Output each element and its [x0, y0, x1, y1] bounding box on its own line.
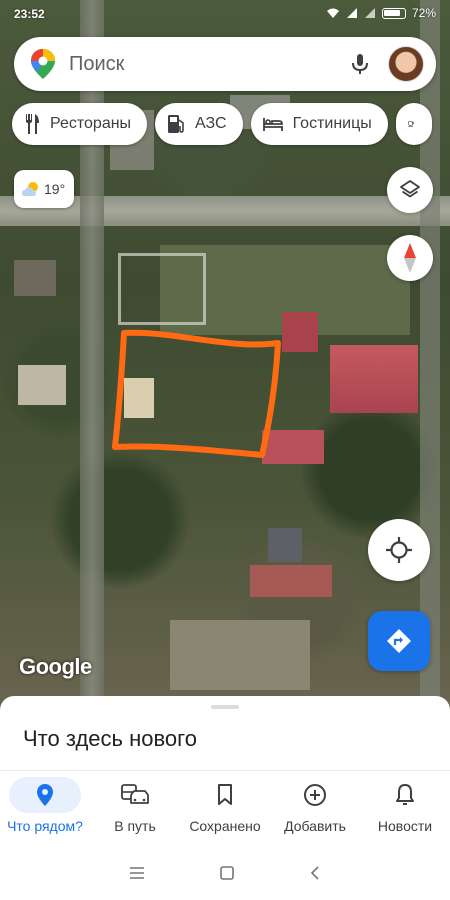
wifi-icon — [326, 8, 339, 18]
chip-label: Рестораны — [50, 115, 132, 132]
status-bar: 23:52 72% — [0, 0, 450, 28]
add-circle-icon — [304, 784, 326, 806]
hotel-icon — [262, 118, 283, 131]
compass-icon — [404, 243, 416, 273]
sheet-title: Что здесь нового — [23, 726, 197, 751]
back-chevron-icon[interactable] — [309, 865, 321, 881]
google-attribution: Google — [19, 654, 92, 679]
category-chips: Рестораны АЗС Гостиницы — [12, 103, 432, 145]
system-navigation — [0, 846, 450, 900]
nav-label: Что рядом? — [7, 818, 83, 834]
gas-station-icon — [168, 115, 184, 133]
bottom-sheet[interactable]: Что здесь нового — [0, 696, 450, 776]
compass-button[interactable] — [387, 235, 433, 281]
crosshair-icon — [386, 537, 412, 563]
nav-explore[interactable]: Что рядом? — [0, 771, 90, 846]
clock: 23:52 — [14, 7, 45, 21]
nav-saved[interactable]: Сохранено — [180, 771, 270, 846]
restaurant-icon — [26, 114, 39, 134]
layers-button[interactable] — [387, 167, 433, 213]
weather-badge[interactable]: 19° — [14, 170, 74, 208]
nav-label: Сохранено — [189, 818, 261, 834]
nav-label: В путь — [114, 818, 156, 834]
bell-icon — [396, 784, 414, 805]
partly-cloudy-icon — [22, 182, 38, 196]
chip-label: Гостиницы — [292, 115, 372, 132]
avatar[interactable] — [388, 46, 424, 82]
bottom-navigation: Что рядом? В путь Сохранено Добавить Нов… — [0, 770, 450, 846]
directions-button[interactable] — [368, 611, 430, 671]
temperature: 19° — [44, 181, 66, 197]
nav-updates[interactable]: Новости — [360, 771, 450, 846]
my-location-button[interactable] — [368, 519, 430, 581]
nav-contribute[interactable]: Добавить — [270, 771, 360, 846]
nav-icon-container — [9, 777, 81, 813]
nav-label: Добавить — [284, 818, 346, 834]
directions-icon — [387, 629, 411, 653]
microphone-icon[interactable] — [348, 52, 372, 76]
nav-icon-container — [189, 777, 261, 813]
nav-label: Новости — [377, 818, 433, 834]
battery-level: 72% — [411, 6, 436, 20]
chip-gas-stations[interactable]: АЗС — [155, 103, 243, 145]
drag-handle[interactable] — [211, 705, 239, 709]
signal-icon — [346, 8, 357, 18]
location-pin-icon — [37, 784, 53, 806]
layers-icon — [400, 180, 420, 198]
chip-restaurants[interactable]: Рестораны — [12, 103, 148, 145]
cafe-icon — [408, 121, 414, 127]
commute-icon — [121, 784, 149, 804]
nav-icon-container — [99, 777, 171, 813]
chip-label: АЗС — [195, 115, 227, 132]
nav-icon-container — [279, 777, 351, 813]
maps-pin-logo-icon — [31, 49, 55, 79]
chip-cafe[interactable] — [395, 103, 432, 145]
nav-commute[interactable]: В путь — [90, 771, 180, 846]
chip-hotels[interactable]: Гостиницы — [250, 103, 388, 145]
battery-icon — [381, 7, 406, 19]
search-input[interactable]: Поиск — [69, 53, 348, 76]
nav-icon-container — [369, 777, 441, 813]
menu-icon[interactable] — [129, 866, 145, 880]
status-icons: 72% — [326, 6, 436, 20]
search-bar[interactable]: Поиск — [14, 37, 436, 91]
home-square-icon[interactable] — [219, 865, 235, 881]
bookmark-icon — [218, 784, 232, 805]
signal-icon — [364, 8, 375, 18]
